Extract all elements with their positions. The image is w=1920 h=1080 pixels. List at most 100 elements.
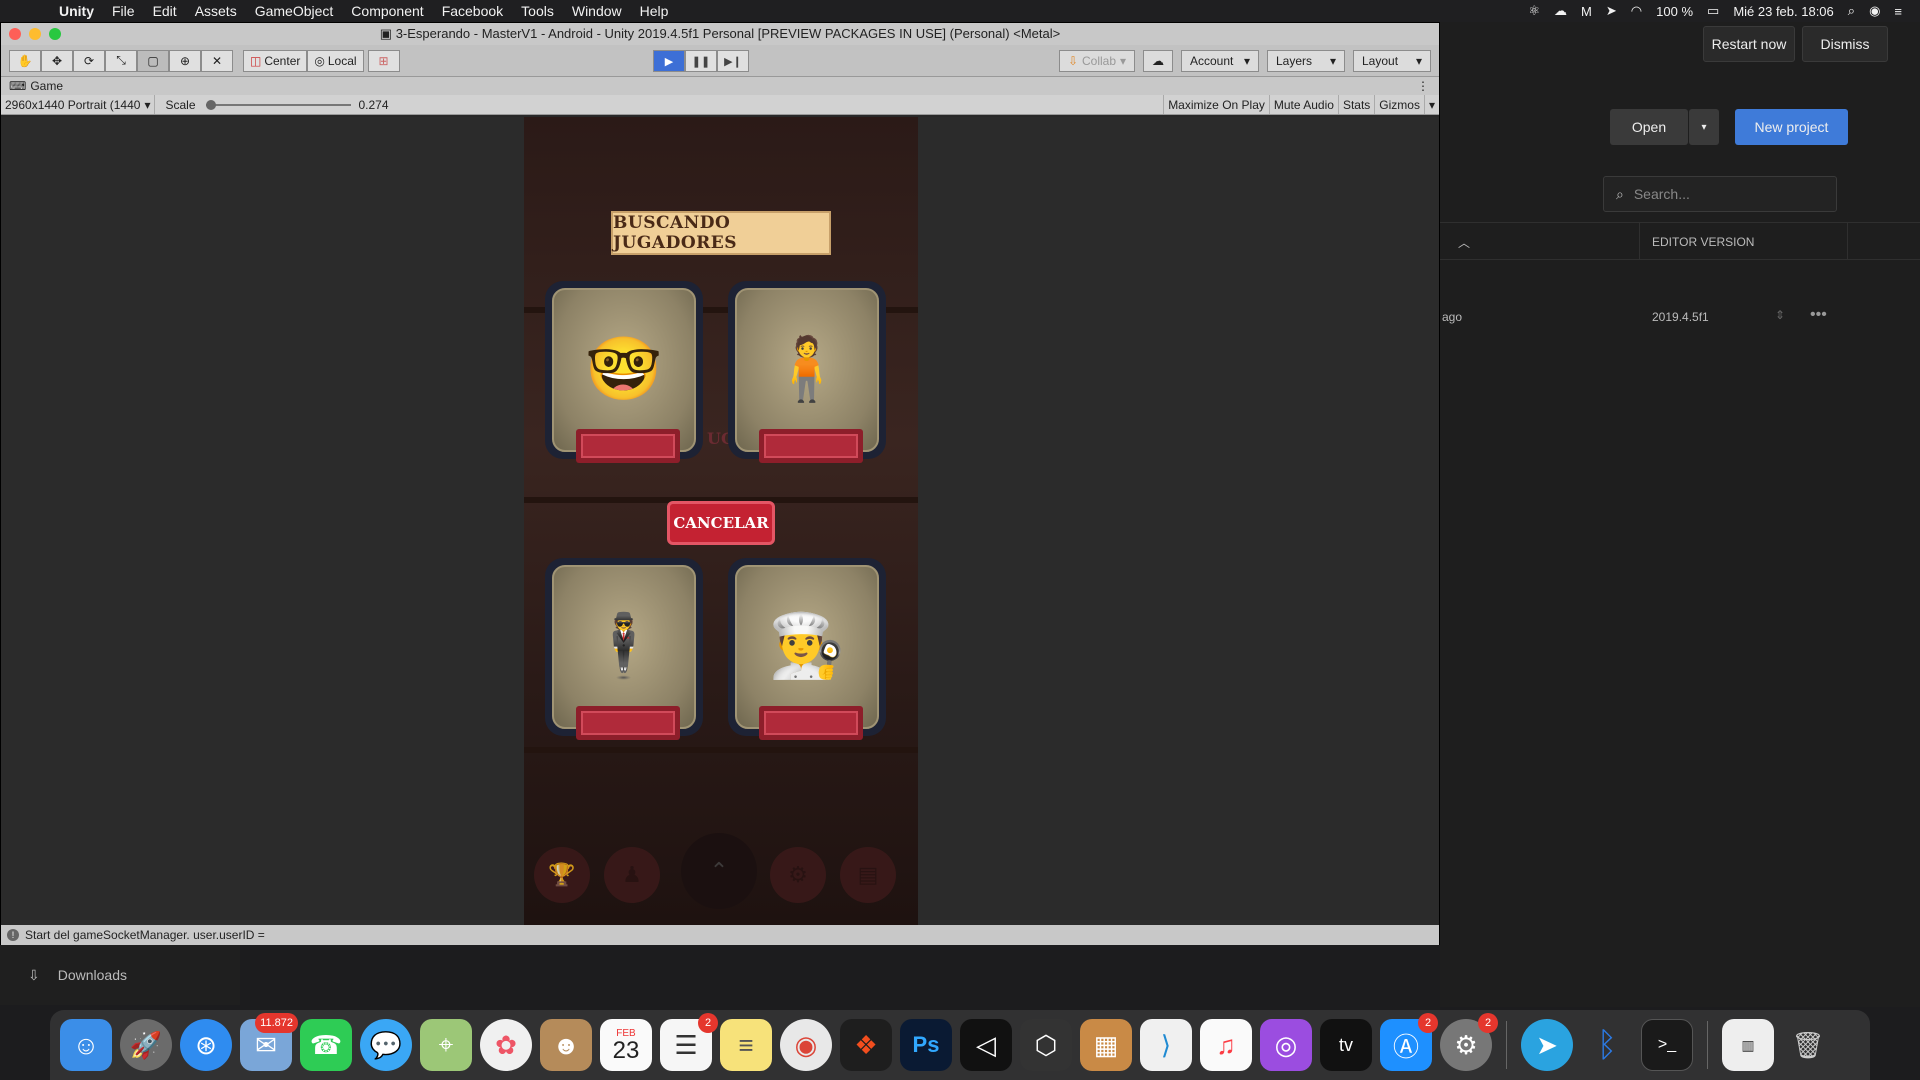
telegram-status-icon[interactable]: ➤ — [1606, 3, 1617, 19]
grid-snap-icon[interactable]: ⊞ — [367, 49, 400, 72]
menu-tools[interactable]: Tools — [512, 3, 563, 19]
layers-dropdown[interactable]: Layers ▾ — [1267, 49, 1345, 72]
music-icon[interactable]: ♫ — [1200, 1019, 1252, 1071]
mail-icon[interactable]: ✉ 11.872 — [240, 1013, 298, 1071]
cloud-button[interactable]: ☁ — [1143, 49, 1173, 72]
menu-facebook[interactable]: Facebook — [433, 3, 512, 19]
status-app-icon[interactable]: ⚛ — [1528, 3, 1540, 19]
zip-archive-icon[interactable]: ▥ — [1722, 1019, 1774, 1071]
mute-audio-toggle[interactable]: Mute Audio — [1268, 95, 1338, 114]
editor-version-header[interactable]: EDITOR VERSION — [1652, 235, 1754, 249]
trophy-icon[interactable]: 🏆 — [534, 847, 590, 903]
gizmos-dropdown-icon[interactable]: ▾ — [1423, 95, 1439, 114]
battery-percent[interactable]: 100 % — [1656, 4, 1693, 19]
photos-icon[interactable]: ✿ — [480, 1019, 532, 1071]
hand-tool-icon[interactable]: ✋ — [9, 49, 41, 72]
bluetooth-icon[interactable]: ᛒ — [1581, 1019, 1633, 1071]
telegram-icon[interactable]: ➤ — [1521, 1019, 1573, 1071]
play-icon[interactable]: ▶ — [653, 50, 685, 72]
reminders-icon[interactable]: ☰ 2 — [660, 1013, 718, 1071]
collab-dropdown[interactable]: ⇩ Collab ▾ — [1059, 49, 1135, 72]
open-dropdown-button[interactable]: ▾ — [1689, 109, 1719, 145]
menu-help[interactable]: Help — [631, 3, 678, 19]
chest-icon[interactable]: ▤ — [840, 847, 896, 903]
safari-icon[interactable]: ⊛ — [180, 1019, 232, 1071]
search-input[interactable]: ⌕ Search... — [1603, 176, 1837, 212]
battery-icon[interactable]: ▭ — [1707, 3, 1719, 19]
menu-app-name[interactable]: Unity — [50, 3, 103, 19]
wifi-icon[interactable]: ◠ — [1631, 3, 1642, 19]
unity-icon[interactable]: ◁ — [960, 1019, 1012, 1071]
home-chevron-up-icon[interactable]: ⌃ — [681, 833, 757, 909]
pause-icon[interactable]: ❚❚ — [685, 50, 717, 72]
finder-icon[interactable]: ☺ — [60, 1019, 112, 1071]
more-options-icon[interactable]: ••• — [1810, 306, 1827, 324]
step-icon[interactable]: ▶❙ — [717, 50, 749, 72]
menu-window[interactable]: Window — [563, 3, 631, 19]
stats-toggle[interactable]: Stats — [1337, 95, 1374, 114]
resolution-dropdown[interactable]: 2960x1440 Portrait (1440 ▾ — [1, 95, 156, 114]
scale-tool-icon[interactable]: ⤡ — [105, 49, 137, 72]
launchpad-icon[interactable]: 🚀 — [120, 1019, 172, 1071]
cancel-button[interactable]: CANCELAR — [667, 501, 775, 545]
terminal-icon[interactable]: >_ — [1641, 1019, 1693, 1071]
menu-edit[interactable]: Edit — [144, 3, 186, 19]
figma-icon[interactable]: ❖ — [840, 1019, 892, 1071]
settings-gear-icon[interactable]: ⚙ — [770, 847, 826, 903]
custom-tool-icon[interactable]: ✕ — [201, 49, 233, 72]
dismiss-button[interactable]: Dismiss — [1802, 26, 1888, 62]
menu-file[interactable]: File — [103, 3, 144, 19]
apple-tv-icon[interactable]: tv — [1320, 1019, 1372, 1071]
messages-icon[interactable]: 💬 — [360, 1019, 412, 1071]
layout-dropdown[interactable]: Layout ▾ — [1353, 49, 1431, 72]
game-screen[interactable]: BUSCANDO JUGADORES UG 🤓 🧍 CANCELAR 🕴 👨‍🍳… — [524, 117, 918, 925]
restart-now-button[interactable]: Restart now — [1703, 26, 1795, 62]
scale-slider[interactable] — [205, 99, 351, 110]
facetime-icon[interactable]: ☎ — [300, 1019, 352, 1071]
project-row[interactable]: ago 2019.4.5f1 ⇕ ••• — [1440, 302, 1920, 332]
app-store-icon[interactable]: Ⓐ 2 — [1380, 1013, 1438, 1071]
sort-ascending-icon[interactable]: ︿ — [1458, 234, 1470, 251]
close-window-button[interactable] — [9, 28, 21, 40]
system-preferences-icon[interactable]: ⚙ 2 — [1440, 1013, 1498, 1071]
downloads-item[interactable]: ⇩ Downloads — [0, 945, 240, 1005]
gizmos-toggle[interactable]: Gizmos — [1374, 95, 1424, 114]
calendar-icon[interactable]: FEB 23 — [600, 1019, 652, 1071]
transform-tool-icon[interactable]: ⊕ — [169, 49, 201, 72]
siri-icon[interactable]: ◉ — [1869, 3, 1880, 19]
maps-icon[interactable]: ⌖ — [420, 1019, 472, 1071]
control-center-icon[interactable]: ≡ — [1894, 4, 1902, 19]
open-button[interactable]: Open — [1610, 109, 1688, 145]
unity-hub-icon[interactable]: ⬡ — [1020, 1019, 1072, 1071]
account-dropdown[interactable]: Account ▾ — [1181, 49, 1259, 72]
game-viewport[interactable]: BUSCANDO JUGADORES UG 🤓 🧍 CANCELAR 🕴 👨‍🍳… — [1, 117, 1439, 925]
notes-icon[interactable]: ≡ — [720, 1019, 772, 1071]
photoshop-icon[interactable]: Ps — [900, 1019, 952, 1071]
maximize-on-play-toggle[interactable]: Maximize On Play — [1163, 95, 1269, 114]
menu-assets[interactable]: Assets — [186, 3, 246, 19]
pivot-center-button[interactable]: ◫ Center — [243, 49, 308, 72]
menu-component[interactable]: Component — [342, 3, 432, 19]
move-tool-icon[interactable]: ✥ — [41, 49, 73, 72]
rect-tool-icon[interactable]: ▢ — [137, 49, 169, 72]
creative-cloud-icon[interactable]: ☁ — [1554, 3, 1567, 19]
console-status-bar[interactable]: ! Start del gameSocketManager. user.user… — [1, 925, 1439, 945]
trash-icon[interactable]: 🗑 — [1782, 1019, 1834, 1071]
sketchup-box-icon[interactable]: ▦ — [1080, 1019, 1132, 1071]
chrome-icon[interactable]: ◉ — [780, 1019, 832, 1071]
vscode-icon[interactable]: ⟩ — [1140, 1019, 1192, 1071]
pivot-local-button[interactable]: ◎ Local — [307, 49, 364, 72]
contacts-icon[interactable]: ☻ — [540, 1019, 592, 1071]
podcasts-icon[interactable]: ◎ — [1260, 1019, 1312, 1071]
tab-menu-icon[interactable]: ⋮ — [1417, 79, 1429, 93]
rotate-tool-icon[interactable]: ⟳ — [73, 49, 105, 72]
version-select-icon[interactable]: ⇕ — [1775, 308, 1785, 322]
chess-piece-icon[interactable]: ♟ — [604, 847, 660, 903]
spotlight-icon[interactable]: ⌕ — [1848, 3, 1855, 19]
zoom-window-button[interactable] — [49, 28, 61, 40]
scale-slider-handle[interactable] — [205, 99, 216, 110]
new-project-button[interactable]: New project — [1735, 109, 1848, 145]
minimize-window-button[interactable] — [29, 28, 41, 40]
menu-gameobject[interactable]: GameObject — [246, 3, 343, 19]
game-view-tab[interactable]: ⌨ Game ⋮ — [1, 77, 1439, 95]
